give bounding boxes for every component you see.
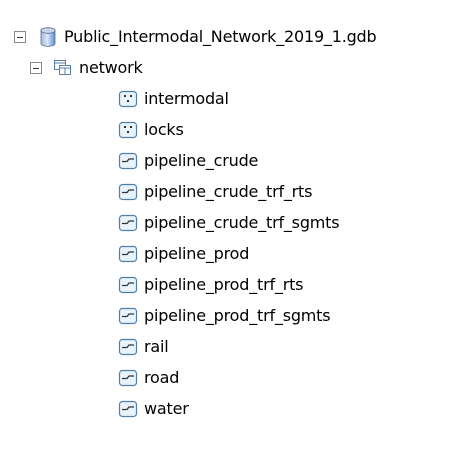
tree-node-dataset-network[interactable]: network — [30, 53, 143, 83]
tree-node-feature-class[interactable]: pipeline_crude_trf_sgmts — [118, 208, 340, 238]
feature-dataset-icon — [53, 59, 73, 77]
dataset-label: network — [79, 58, 143, 77]
feature-class-label: locks — [144, 120, 184, 139]
tree-node-feature-class[interactable]: pipeline_crude_trf_rts — [118, 177, 312, 207]
geodatabase-label: Public_Intermodal_Network_2019_1.gdb — [64, 27, 377, 46]
feature-class-label: pipeline_crude_trf_rts — [144, 182, 313, 201]
tree-node-feature-class[interactable]: pipeline_prod_trf_sgmts — [118, 301, 331, 331]
geodatabase-icon — [39, 27, 57, 47]
feature-class-label: road — [144, 368, 180, 387]
collapse-toggle-geodatabase[interactable] — [14, 31, 26, 43]
line-feature-class-icon — [118, 183, 138, 201]
tree-node-feature-class[interactable]: intermodal — [118, 84, 229, 114]
feature-class-label: pipeline_prod_trf_rts — [144, 275, 304, 294]
tree-node-feature-class[interactable]: pipeline_prod — [118, 239, 249, 269]
feature-class-label: pipeline_prod_trf_sgmts — [144, 306, 331, 325]
feature-class-label: pipeline_prod — [144, 244, 250, 263]
tree-node-feature-class[interactable]: water — [118, 394, 189, 424]
line-feature-class-icon — [118, 214, 138, 232]
tree-node-feature-class[interactable]: rail — [118, 332, 169, 362]
line-feature-class-icon — [118, 152, 138, 170]
tree-node-feature-class[interactable]: pipeline_crude — [118, 146, 258, 176]
feature-class-label: pipeline_crude_trf_sgmts — [144, 213, 340, 232]
tree-node-geodatabase[interactable]: Public_Intermodal_Network_2019_1.gdb — [14, 22, 377, 52]
tree-node-feature-class[interactable]: road — [118, 363, 179, 393]
line-feature-class-icon — [118, 338, 138, 356]
point-feature-class-icon — [118, 121, 138, 139]
tree-node-feature-class[interactable]: locks — [118, 115, 184, 145]
collapse-toggle-network[interactable] — [30, 62, 42, 74]
feature-class-label: water — [144, 399, 189, 418]
tree-node-feature-class[interactable]: pipeline_prod_trf_rts — [118, 270, 303, 300]
line-feature-class-icon — [118, 400, 138, 418]
line-feature-class-icon — [118, 307, 138, 325]
feature-class-label: intermodal — [144, 89, 229, 108]
line-feature-class-icon — [118, 276, 138, 294]
feature-class-label: rail — [144, 337, 169, 356]
line-feature-class-icon — [118, 369, 138, 387]
feature-class-label: pipeline_crude — [144, 151, 259, 170]
point-feature-class-icon — [118, 90, 138, 108]
catalog-tree: Public_Intermodal_Network_2019_1.gdb net… — [0, 0, 476, 450]
line-feature-class-icon — [118, 245, 138, 263]
